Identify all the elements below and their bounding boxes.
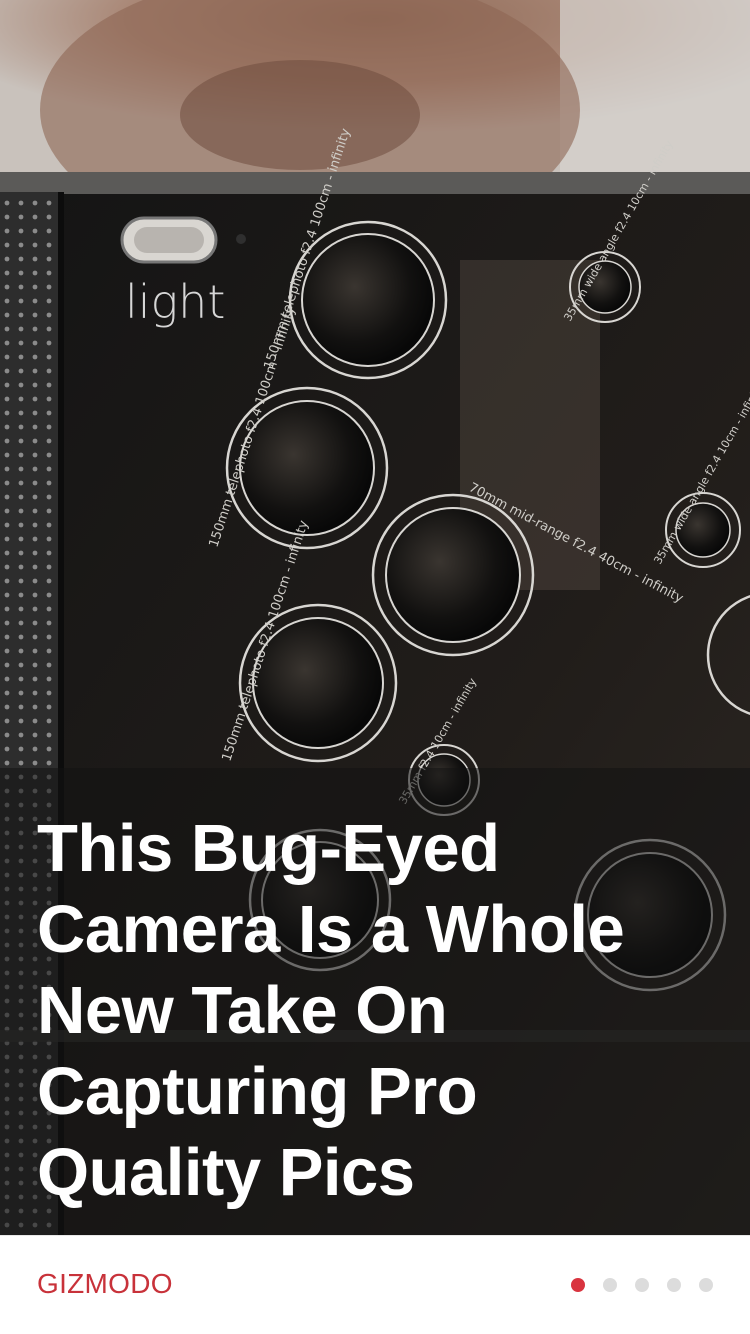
page-dot-4[interactable] [667, 1278, 681, 1292]
page-indicator[interactable] [571, 1278, 713, 1292]
page-dot-1[interactable] [571, 1278, 585, 1292]
article-headline[interactable]: This Bug-Eyed Camera Is a Whole New Take… [37, 808, 717, 1213]
source-label[interactable]: GIZMODO [37, 1264, 173, 1304]
page-dot-2[interactable] [603, 1278, 617, 1292]
light-brand-label: light [125, 275, 225, 329]
page-dot-3[interactable] [635, 1278, 649, 1292]
page-dot-5[interactable] [699, 1278, 713, 1292]
bottom-bar: GIZMODO [0, 1235, 750, 1334]
article-hero-image[interactable]: light 150mm telephoto f2.4 100cm - infin… [0, 0, 750, 1235]
